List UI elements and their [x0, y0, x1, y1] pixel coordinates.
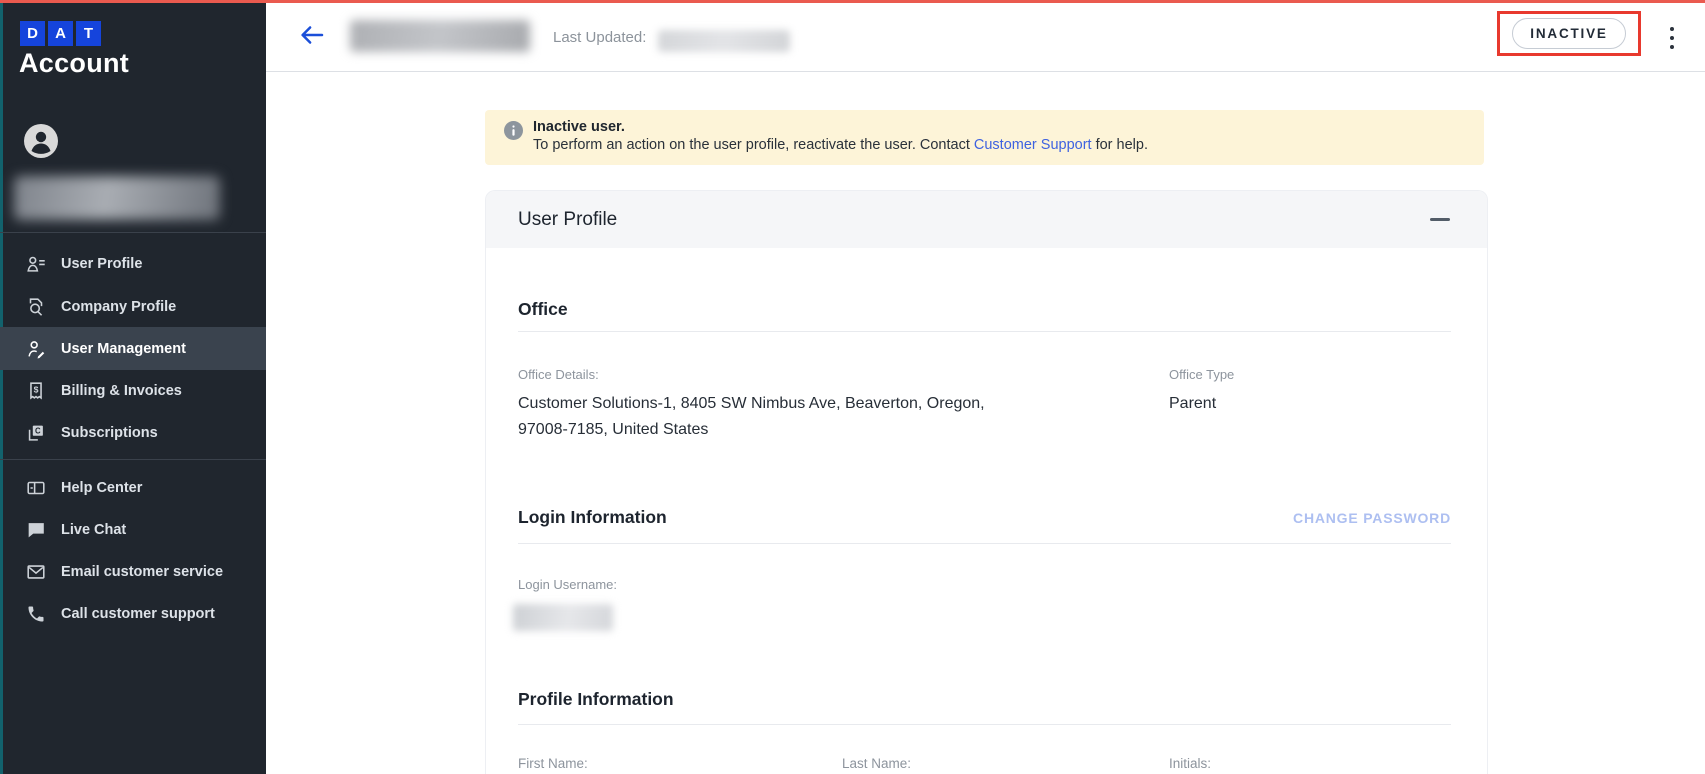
office-details-field: Office Details: Customer Solutions-1, 84… — [518, 367, 1169, 443]
logo-letter-d: D — [20, 21, 45, 46]
sidebar-item-call-customer-support[interactable]: Call customer support — [0, 593, 266, 635]
user-management-icon — [25, 338, 47, 360]
office-type-value: Parent — [1169, 395, 1217, 412]
user-avatar-icon — [23, 123, 59, 159]
sidebar-item-label: Call customer support — [61, 606, 215, 622]
svg-text:$: $ — [34, 384, 39, 394]
kebab-menu-icon[interactable] — [1660, 21, 1684, 55]
login-information-header-row: Login Information CHANGE PASSWORD — [518, 507, 1451, 528]
profile-information-heading: Profile Information — [518, 689, 674, 709]
office-type-field: Office Type Parent — [1169, 367, 1451, 443]
office-fields-row: Office Details: Customer Solutions-1, 84… — [518, 367, 1451, 443]
initials-label: Initials: — [1169, 756, 1212, 771]
office-details-label: Office Details: — [518, 367, 599, 382]
collapse-minus-icon[interactable] — [1427, 207, 1453, 233]
logo-letter-t: T — [76, 21, 101, 46]
profile-fields-row: First Name: Last Name: Initials: — [518, 756, 1451, 771]
user-profile-icon — [25, 253, 47, 275]
sidebar-item-user-profile[interactable]: User Profile — [0, 243, 266, 285]
login-information-heading: Login Information — [518, 507, 667, 527]
user-profile-card-header: User Profile — [486, 191, 1487, 248]
sidebar-item-label: User Management — [61, 340, 186, 357]
sidebar-item-label: Billing & Invoices — [61, 383, 182, 399]
banner-title: Inactive user. — [533, 119, 625, 135]
banner-body: To perform an action on the user profile… — [533, 137, 1148, 153]
sidebar-username-redacted — [14, 176, 220, 220]
email-icon — [25, 561, 47, 583]
section-divider — [518, 331, 1451, 332]
login-username-label: Login Username: — [518, 577, 617, 592]
topbar-username-redacted — [350, 20, 530, 52]
phone-icon — [25, 603, 47, 625]
back-arrow-icon[interactable] — [294, 18, 330, 54]
last-name-label: Last Name: — [842, 756, 912, 771]
banner-body-prefix: To perform an action on the user profile… — [533, 137, 974, 153]
sidebar-item-label: Company Profile — [61, 299, 177, 315]
sidebar-item-label: Subscriptions — [61, 425, 158, 441]
section-divider — [518, 724, 1451, 725]
company-profile-icon — [25, 296, 47, 318]
logo-letter-a: A — [48, 21, 73, 46]
sidebar-item-user-management[interactable]: User Management — [0, 327, 266, 370]
office-section-heading: Office — [518, 299, 568, 319]
app-title: Account — [19, 48, 130, 78]
user-profile-card-body: Office Office Details: Customer Solution… — [486, 299, 1487, 771]
sidebar-divider — [0, 459, 266, 460]
inactive-user-banner: Inactive user. To perform an action on t… — [485, 110, 1484, 165]
dat-logo: D A T — [20, 21, 101, 46]
billing-invoices-icon: $ — [25, 380, 47, 402]
banner-text: Inactive user. To perform an action on t… — [533, 119, 1148, 165]
last-updated-value-redacted — [658, 30, 790, 52]
sidebar-item-help-center[interactable]: Help Center — [0, 467, 266, 509]
sidebar-item-subscriptions[interactable]: C Subscriptions — [0, 412, 266, 454]
sidebar-item-label: Email customer service — [61, 564, 224, 580]
sidebar-divider — [0, 232, 266, 233]
sidebar: D A T Account User Profile Company Profi… — [0, 0, 266, 774]
help-center-icon — [25, 477, 47, 499]
info-icon — [504, 121, 523, 140]
sidebar-item-company-profile[interactable]: Company Profile — [0, 286, 266, 328]
sidebar-item-label: Live Chat — [61, 522, 127, 538]
card-title: User Profile — [518, 208, 618, 230]
status-badge[interactable]: INACTIVE — [1512, 18, 1626, 49]
subscriptions-icon: C — [25, 422, 47, 444]
customer-support-link[interactable]: Customer Support — [974, 137, 1092, 153]
top-bar: Last Updated: INACTIVE — [266, 0, 1705, 72]
change-password-button[interactable]: CHANGE PASSWORD — [1293, 510, 1451, 526]
svg-text:C: C — [35, 427, 41, 436]
red-annotation-topline — [0, 0, 1705, 3]
first-name-label: First Name: — [518, 756, 588, 771]
red-annotation-box: INACTIVE — [1497, 11, 1641, 56]
login-username-value-redacted — [513, 604, 613, 631]
section-divider — [518, 543, 1451, 544]
office-type-label: Office Type — [1169, 367, 1235, 382]
banner-body-suffix: for help. — [1091, 137, 1148, 153]
sidebar-item-email-customer-service[interactable]: Email customer service — [0, 551, 266, 593]
last-updated-label: Last Updated: — [553, 29, 647, 46]
sidebar-item-label: User Profile — [61, 256, 143, 272]
office-details-value: Customer Solutions-1, 8405 SW Nimbus Ave… — [518, 395, 985, 438]
sidebar-item-label: Help Center — [61, 480, 143, 496]
sidebar-item-live-chat[interactable]: Live Chat — [0, 509, 266, 551]
user-profile-card: User Profile Office Office Details: Cust… — [485, 190, 1488, 774]
live-chat-icon — [25, 519, 47, 541]
sidebar-item-billing-invoices[interactable]: $ Billing & Invoices — [0, 370, 266, 412]
